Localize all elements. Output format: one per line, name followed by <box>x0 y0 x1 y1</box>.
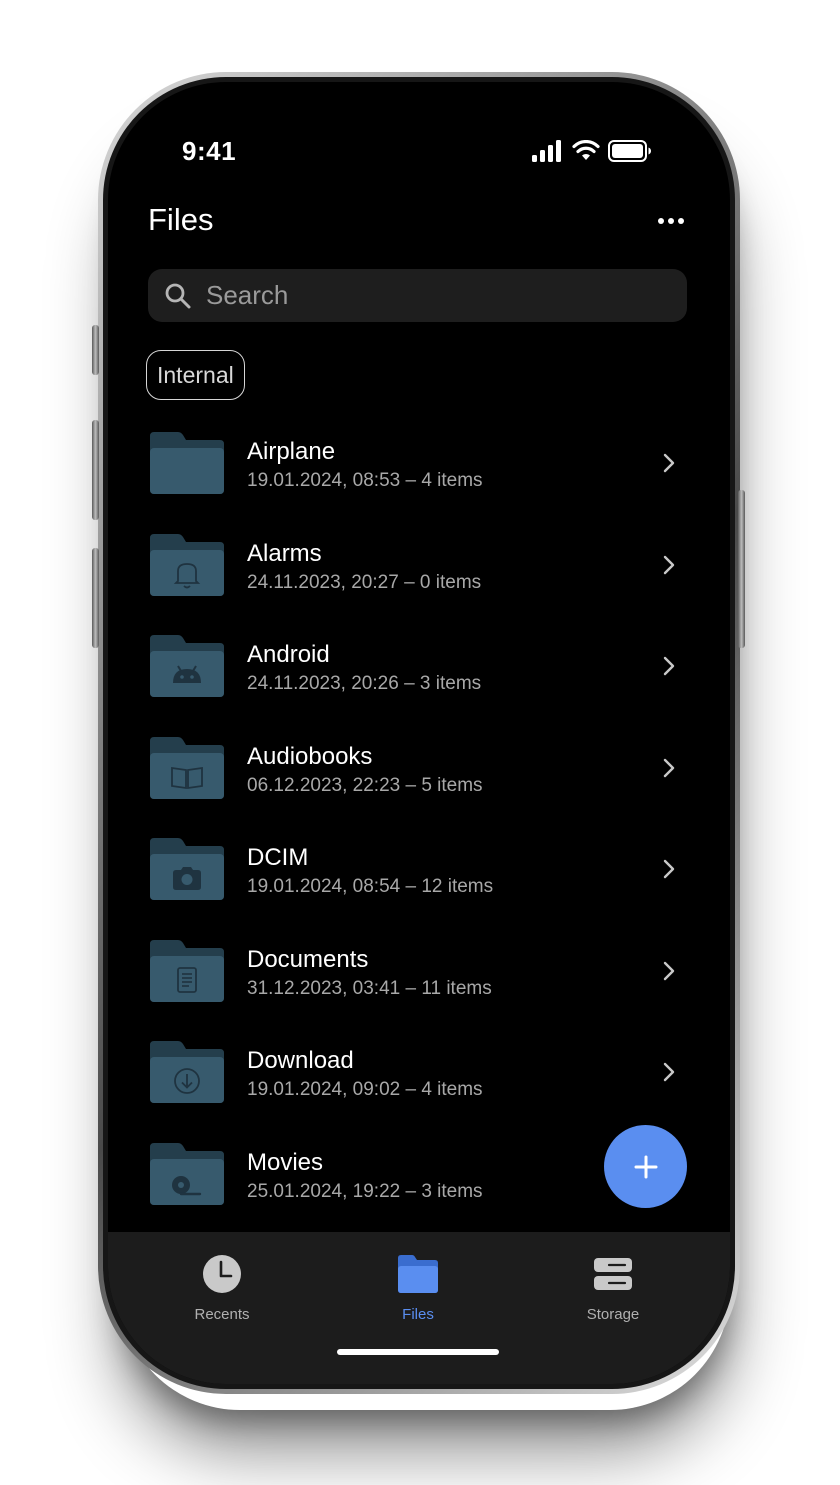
chevron-right-icon <box>663 859 675 879</box>
folder-meta: 24.11.2023, 20:27 – 0 items <box>247 571 482 593</box>
search-bar[interactable] <box>148 269 687 322</box>
folder-row-airplane[interactable]: Airplane 19.01.2024, 08:53 – 4 items <box>108 412 730 514</box>
cellular-signal-icon <box>532 140 561 162</box>
folder-row-documents[interactable]: Documents 31.12.2023, 03:41 – 11 items <box>108 920 730 1022</box>
phone-screen: 9:41 Files Search Internal Airplane 19.0… <box>108 82 730 1384</box>
folder-icon <box>398 1255 438 1293</box>
folder-list: Airplane 19.01.2024, 08:53 – 4 items Ala… <box>108 412 730 1224</box>
folder-row-audiobooks[interactable]: Audiobooks 06.12.2023, 22:23 – 5 items <box>108 717 730 819</box>
folder-row-android[interactable]: Android 24.11.2023, 20:26 – 3 items <box>108 615 730 717</box>
folder-name: Download <box>247 1047 354 1074</box>
mute-switch <box>92 325 99 375</box>
plus-icon <box>634 1155 657 1178</box>
status-time: 9:41 <box>182 136 237 166</box>
folder-name: Android <box>247 641 330 668</box>
power-button <box>738 490 745 648</box>
storage-icon <box>594 1258 632 1290</box>
search-icon <box>165 283 191 308</box>
nav-item-storage[interactable]: Storage <box>553 1252 673 1323</box>
add-button[interactable] <box>604 1125 687 1208</box>
folder-download-icon <box>150 1041 224 1103</box>
more-horizontal-icon <box>658 218 684 224</box>
folder-name: DCIM <box>247 844 309 871</box>
folder-name: Audiobooks <box>247 742 373 770</box>
nav-item-recents[interactable]: Recents <box>162 1252 282 1323</box>
page-title: Files <box>148 202 214 237</box>
folder-icon <box>150 432 224 494</box>
folder-meta: 06.12.2023, 22:23 – 5 items <box>247 774 483 796</box>
home-indicator[interactable] <box>337 1349 499 1355</box>
folder-meta: 19.01.2024, 08:54 – 12 items <box>247 876 494 897</box>
nav-label: Storage <box>586 1306 640 1323</box>
folder-android-icon <box>150 635 224 697</box>
nav-label: Files <box>402 1306 434 1323</box>
folder-meta: 25.01.2024, 19:22 – 3 items <box>247 1180 483 1202</box>
folder-movie-icon <box>150 1142 224 1205</box>
more-options-button[interactable] <box>654 210 688 232</box>
folder-book-icon <box>150 736 224 799</box>
folder-meta: 31.12.2023, 03:41 – 11 items <box>247 977 492 999</box>
chevron-right-icon <box>663 758 675 777</box>
folder-meta: 24.11.2023, 20:26 – 3 items <box>247 673 482 694</box>
folder-bell-icon <box>150 533 224 596</box>
folder-name: Alarms <box>247 539 322 567</box>
chevron-right-icon <box>663 1062 675 1082</box>
volume-down-button <box>92 548 99 648</box>
folder-row-alarms[interactable]: Alarms 24.11.2023, 20:27 – 0 items <box>108 514 730 616</box>
folder-name: Documents <box>247 945 369 973</box>
folder-meta: 19.01.2024, 08:53 – 4 items <box>247 470 483 491</box>
folder-name: Movies <box>247 1148 324 1176</box>
search-input[interactable] <box>204 279 668 312</box>
wifi-icon <box>572 140 600 160</box>
chevron-right-icon <box>663 656 675 676</box>
device-mockup: 9:41 Files Search Internal Airplane 19.0… <box>0 0 840 1485</box>
folder-row-dcim[interactable]: DCIM 19.01.2024, 08:54 – 12 items <box>108 818 730 920</box>
folder-camera-icon <box>150 838 224 900</box>
chevron-right-icon <box>663 555 675 574</box>
folder-meta: 19.01.2024, 09:02 – 4 items <box>247 1079 483 1100</box>
battery-icon <box>608 140 651 162</box>
volume-up-button <box>92 420 99 520</box>
folder-name: Airplane <box>247 438 336 465</box>
folder-document-icon <box>150 939 224 1002</box>
chevron-right-icon <box>663 453 675 473</box>
status-icons <box>532 140 652 162</box>
chevron-right-icon <box>663 961 675 980</box>
bottom-navigation: Recents Files Storage <box>108 1232 730 1384</box>
storage-filter-chip[interactable]: Internal <box>146 350 245 400</box>
folder-row-download[interactable]: Download 19.01.2024, 09:02 – 4 items <box>108 1021 730 1123</box>
nav-item-files[interactable]: Files <box>358 1252 478 1323</box>
clock-icon <box>203 1255 241 1293</box>
nav-label: Recents <box>194 1306 250 1323</box>
